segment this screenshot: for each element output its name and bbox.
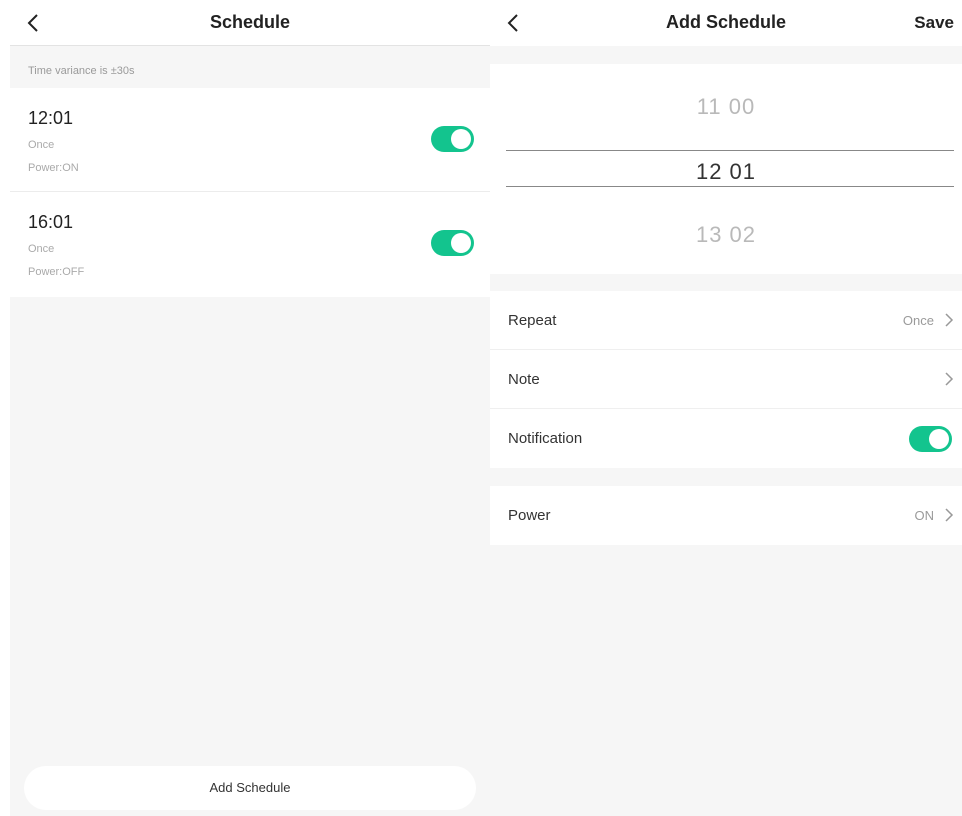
schedule-item[interactable]: 12:01 Once Power:ON bbox=[10, 88, 490, 192]
power-row[interactable]: Power ON bbox=[490, 486, 962, 545]
schedule-repeat: Once bbox=[28, 243, 55, 255]
repeat-row[interactable]: Repeat Once bbox=[490, 291, 962, 350]
picker-row-below[interactable]: 13 02 bbox=[490, 222, 962, 248]
repeat-value: Once bbox=[902, 313, 934, 328]
schedule-screen: Schedule Time variance is ±30s 12:01 Onc… bbox=[10, 0, 490, 816]
picker-divider bbox=[506, 150, 954, 151]
schedule-power: Power:OFF bbox=[28, 266, 85, 278]
settings-group-main: Repeat Once Note Notification bbox=[490, 291, 962, 468]
add-schedule-screen: Add Schedule Save 11 00 12 01 13 02 Repe… bbox=[490, 0, 962, 816]
schedule-navbar: Schedule bbox=[10, 0, 490, 46]
repeat-label: Repeat bbox=[508, 312, 557, 329]
chevron-right-icon bbox=[945, 313, 954, 327]
settings-group-power: Power ON bbox=[490, 486, 962, 545]
notification-row: Notification bbox=[490, 409, 962, 468]
toggle-knob bbox=[451, 233, 471, 253]
schedule-time: 16:01 bbox=[28, 212, 74, 232]
schedule-time: 12:01 bbox=[28, 108, 74, 128]
chevron-right-icon bbox=[945, 508, 954, 522]
time-variance-hint: Time variance is ±30s bbox=[28, 65, 135, 77]
page-title: Schedule bbox=[209, 12, 291, 32]
note-label: Note bbox=[508, 371, 540, 388]
notification-label: Notification bbox=[508, 430, 583, 447]
power-label: Power bbox=[508, 507, 551, 524]
schedule-toggle[interactable] bbox=[431, 126, 474, 152]
schedule-list: 12:01 Once Power:ON 16:01 Once Power:OFF bbox=[10, 88, 490, 297]
page-title: Add Schedule bbox=[665, 12, 786, 32]
toggle-knob bbox=[929, 429, 949, 449]
save-button[interactable]: Save bbox=[914, 13, 954, 33]
picker-divider bbox=[506, 186, 954, 187]
schedule-toggle[interactable] bbox=[431, 230, 474, 256]
schedule-power: Power:ON bbox=[28, 162, 79, 174]
schedule-repeat: Once bbox=[28, 139, 55, 151]
toggle-knob bbox=[451, 129, 471, 149]
notification-toggle[interactable] bbox=[909, 426, 952, 452]
note-row[interactable]: Note bbox=[490, 350, 962, 409]
schedule-item[interactable]: 16:01 Once Power:OFF bbox=[10, 192, 490, 297]
add-schedule-button[interactable]: Add Schedule bbox=[24, 766, 476, 810]
picker-row-above[interactable]: 11 00 bbox=[490, 94, 962, 120]
time-picker[interactable]: 11 00 12 01 13 02 bbox=[490, 64, 962, 274]
picker-row-selected[interactable]: 12 01 bbox=[490, 159, 962, 185]
chevron-right-icon bbox=[945, 372, 954, 386]
add-schedule-navbar: Add Schedule Save bbox=[490, 0, 962, 46]
power-value: ON bbox=[914, 508, 935, 523]
